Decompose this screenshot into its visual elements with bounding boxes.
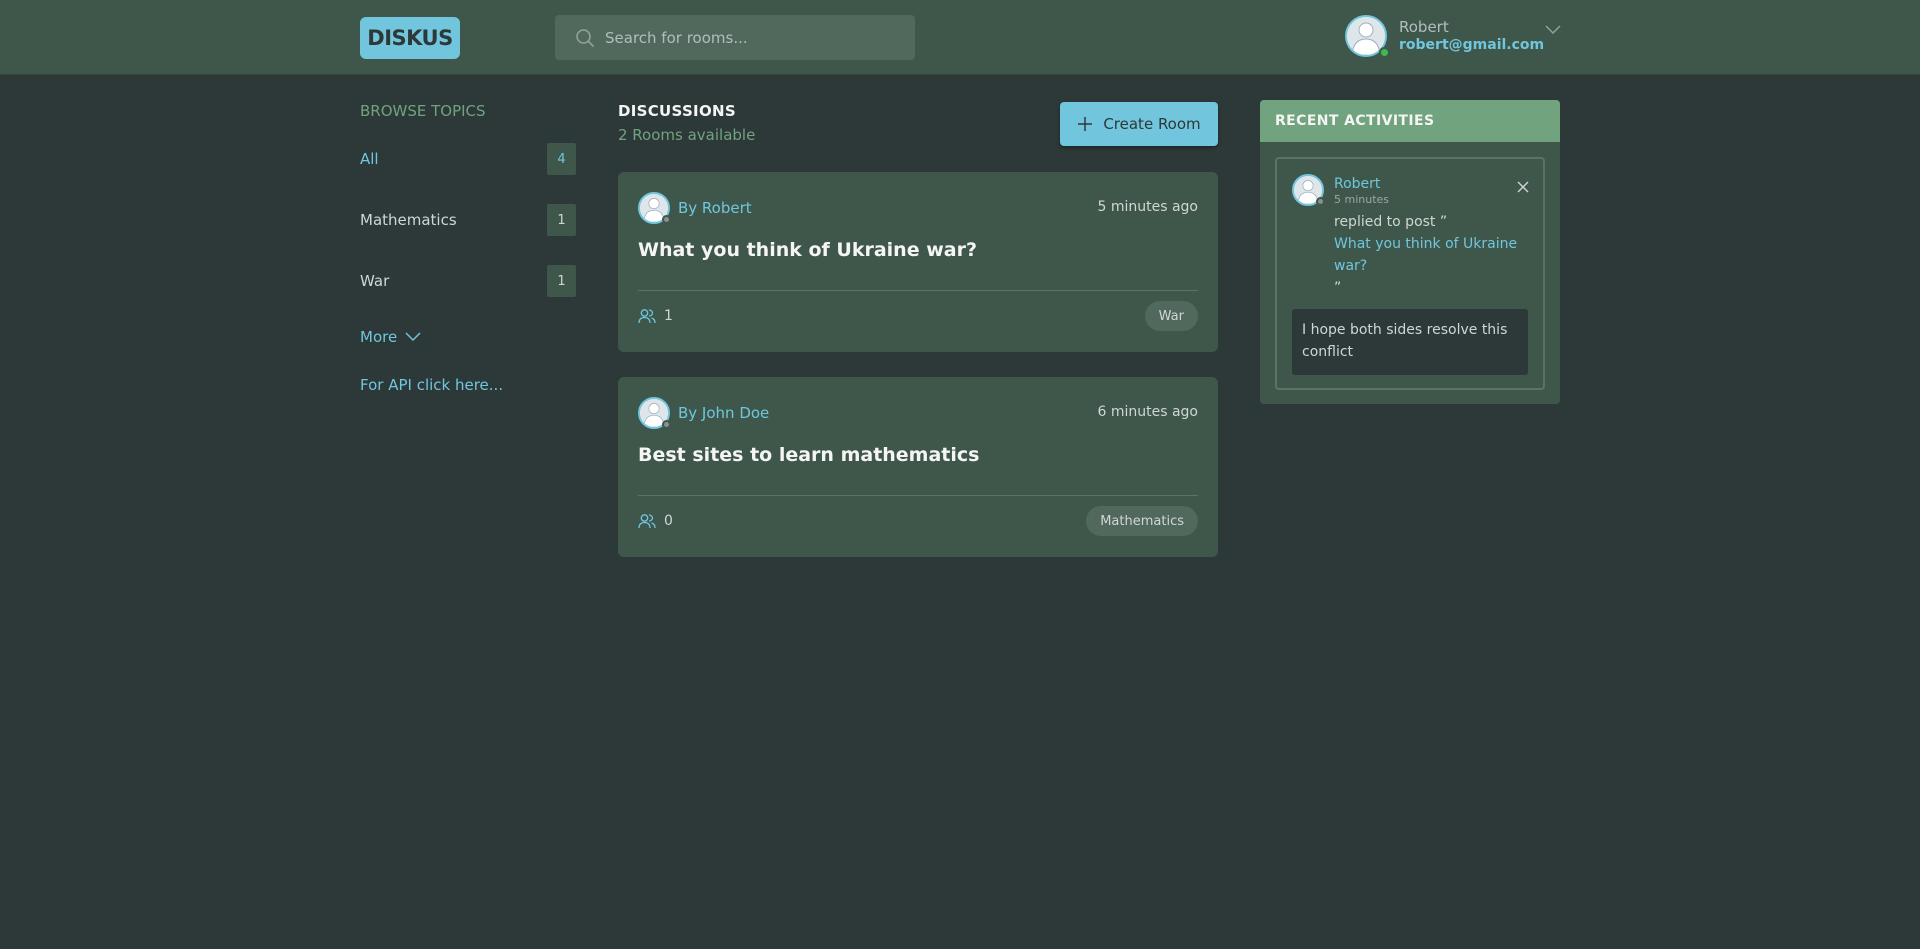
topic-count-badge: 4 (547, 143, 576, 175)
room-author[interactable]: By John Doe (638, 397, 769, 429)
create-room-label: Create Room (1103, 115, 1201, 133)
activity-user-name[interactable]: Robert (1334, 176, 1380, 192)
create-room-button[interactable]: Create Room (1060, 102, 1218, 146)
topic-label: War (360, 272, 390, 290)
user-email: robert@gmail.com (1399, 37, 1545, 53)
room-timestamp: 6 minutes ago (1097, 404, 1198, 420)
activity-description: replied to post ” What you think of Ukra… (1334, 211, 1524, 299)
room-participants: 1 (638, 308, 673, 324)
topic-count-badge: 1 (547, 265, 576, 297)
topic-count-badge: 1 (547, 204, 576, 236)
activity-post-link[interactable]: What you think of Ukraine war? (1334, 233, 1524, 277)
author-avatar-wrap (638, 397, 671, 429)
more-label: More (360, 328, 398, 346)
room-card[interactable]: By John Doe 6 minutes ago Best sites to … (618, 377, 1218, 557)
room-title[interactable]: What you think of Ukraine war? (638, 239, 977, 261)
room-topic-tag[interactable]: War (1144, 301, 1198, 331)
divider (638, 495, 1198, 496)
top-navbar: DISKUS Robert robert@gmail.com (0, 0, 1920, 75)
users-icon (638, 309, 656, 324)
diskus-logo[interactable]: DISKUS (360, 17, 460, 59)
room-author-name: By Robert (678, 199, 752, 217)
author-avatar-wrap (638, 192, 671, 224)
topic-item-war[interactable]: War 1 (360, 265, 576, 297)
recent-activities-title: RECENT ACTIVITIES (1260, 100, 1560, 142)
discussions-title: DISCUSSIONS (618, 102, 736, 120)
search-bar[interactable] (555, 15, 915, 60)
topic-item-mathematics[interactable]: Mathematics 1 (360, 204, 576, 236)
status-dot (1316, 197, 1325, 206)
chevron-down-icon[interactable] (1545, 25, 1561, 35)
search-input[interactable] (605, 22, 905, 53)
close-icon[interactable] (1517, 181, 1529, 193)
activity-message: I hope both sides resolve this conflict (1292, 309, 1528, 375)
activity-close-quote: ” (1334, 280, 1342, 296)
divider (638, 290, 1198, 291)
room-timestamp: 5 minutes ago (1097, 199, 1198, 215)
more-topics-button[interactable]: More (360, 328, 421, 346)
user-avatar-wrap[interactable] (1345, 15, 1390, 58)
room-participants: 0 (638, 513, 673, 529)
participant-count: 0 (664, 513, 673, 529)
plus-icon (1078, 117, 1093, 131)
user-menu[interactable]: Robert robert@gmail.com (1345, 14, 1565, 58)
activity-avatar-wrap[interactable] (1292, 174, 1325, 206)
room-title[interactable]: Best sites to learn mathematics (638, 444, 979, 466)
topic-label: Mathematics (360, 211, 457, 229)
room-author-name: By John Doe (678, 404, 770, 422)
search-icon (576, 28, 595, 47)
browse-topics-title: BROWSE TOPICS (360, 102, 486, 120)
recent-activities-panel: RECENT ACTIVITIES Robert 5 minutes repli… (1260, 100, 1560, 404)
activity-time: 5 minutes (1334, 193, 1390, 206)
room-card[interactable]: By Robert 5 minutes ago What you think o… (618, 172, 1218, 352)
api-link[interactable]: For API click here... (360, 376, 503, 394)
users-icon (638, 514, 656, 529)
activity-card: Robert 5 minutes replied to post ” What … (1275, 157, 1545, 390)
room-topic-tag[interactable]: Mathematics (1086, 506, 1198, 536)
status-dot (662, 420, 671, 429)
status-dot (662, 215, 671, 224)
rooms-available-count: 2 Rooms available (618, 126, 756, 144)
chevron-down-icon (405, 332, 421, 342)
topic-label: All (360, 150, 379, 168)
room-author[interactable]: By Robert (638, 192, 752, 224)
topic-item-all[interactable]: All 4 (360, 143, 576, 175)
activity-action: replied to post ” (1334, 214, 1448, 230)
online-status-dot (1379, 47, 1390, 58)
participant-count: 1 (664, 308, 673, 324)
user-name: Robert (1399, 18, 1449, 36)
